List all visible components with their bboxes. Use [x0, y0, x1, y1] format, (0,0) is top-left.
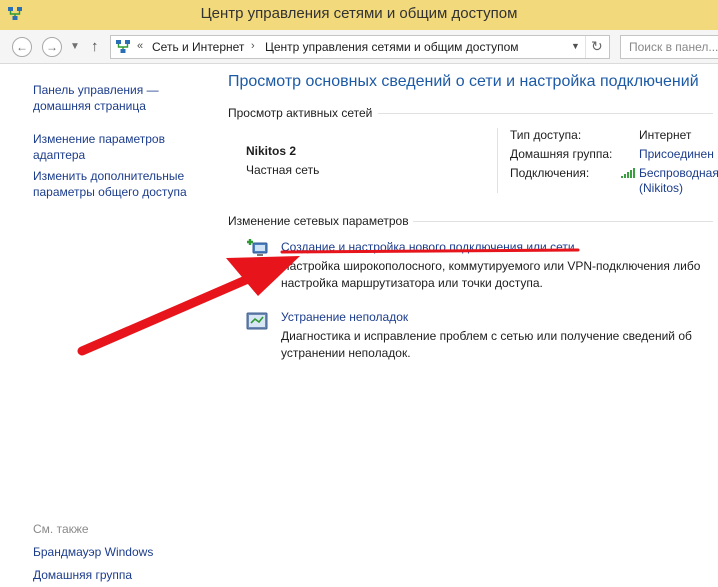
address-network-icon	[116, 40, 130, 53]
wifi-signal-icon	[621, 168, 635, 178]
homegroup-link[interactable]: Присоединен	[639, 147, 714, 161]
navigation-bar: ← → ▼ ↑ « Сеть и Интернет › Центр управл…	[0, 30, 718, 64]
breadcrumb-overflow-icon[interactable]: «	[137, 40, 143, 52]
troubleshoot-link[interactable]: Устранение неполадок	[281, 310, 408, 324]
address-dropdown-icon[interactable]: ▼	[571, 41, 580, 51]
sidebar-advanced-sharing[interactable]: Изменить дополнительные параметры общего…	[33, 168, 203, 200]
sidebar-windows-firewall[interactable]: Брандмауэр Windows	[33, 544, 153, 560]
access-type-label: Тип доступа:	[510, 128, 582, 142]
red-arrow-shaft	[77, 274, 253, 356]
search-input[interactable]: Поиск в панел...	[620, 35, 718, 59]
connection-ssid[interactable]: (Nikitos)	[639, 181, 683, 195]
page-title: Просмотр основных сведений о сети и наст…	[228, 73, 699, 90]
title-bar: Центр управления сетями и общим доступом	[0, 0, 718, 30]
connections-label: Подключения:	[510, 166, 590, 180]
connection-link[interactable]: Беспроводная	[639, 166, 718, 180]
forward-arrow-icon[interactable]: →	[42, 37, 62, 57]
search-placeholder: Поиск в панел...	[629, 40, 718, 54]
network-type[interactable]: Частная сеть	[246, 163, 319, 177]
up-arrow-icon[interactable]: ↑	[91, 38, 99, 55]
breadcrumb-separator-icon[interactable]: ›	[251, 40, 255, 52]
access-type-value: Интернет	[639, 128, 692, 142]
homegroup-label: Домашняя группа:	[510, 147, 613, 161]
recent-pages-chevron-icon[interactable]: ▼	[70, 41, 80, 52]
new-connection-link[interactable]: Создание и настройка нового подключения …	[281, 240, 575, 254]
see-also-label: См. также	[33, 522, 89, 536]
sidebar-homegroup[interactable]: Домашняя группа	[33, 567, 132, 583]
back-arrow-icon[interactable]: ←	[12, 37, 32, 57]
refresh-icon[interactable]: ↻	[591, 38, 603, 55]
troubleshoot-icon	[246, 312, 268, 330]
network-setup-icon	[247, 239, 268, 256]
network-name: Nikitos 2	[246, 144, 297, 158]
new-connection-description: Настройка широкополосного, коммутируемог…	[281, 259, 701, 290]
section-divider	[378, 113, 713, 114]
address-bar[interactable]: « Сеть и Интернет › Центр управления сет…	[110, 35, 610, 59]
active-networks-label: Просмотр активных сетей	[228, 106, 373, 120]
breadcrumb-network-internet[interactable]: Сеть и Интернет	[152, 40, 244, 54]
troubleshoot-description: Диагностика и исправление проблем с сеть…	[281, 329, 692, 360]
sidebar-control-panel-home[interactable]: Панель управления — домашняя страница	[33, 82, 193, 114]
network-divider	[497, 128, 498, 193]
sidebar-adapter-settings[interactable]: Изменение параметров адаптера	[33, 131, 183, 163]
window-title: Центр управления сетями и общим доступом	[200, 5, 518, 22]
change-settings-label: Изменение сетевых параметров	[228, 214, 409, 228]
breadcrumb-network-center[interactable]: Центр управления сетями и общим доступом	[265, 40, 519, 54]
section-divider	[413, 221, 713, 222]
